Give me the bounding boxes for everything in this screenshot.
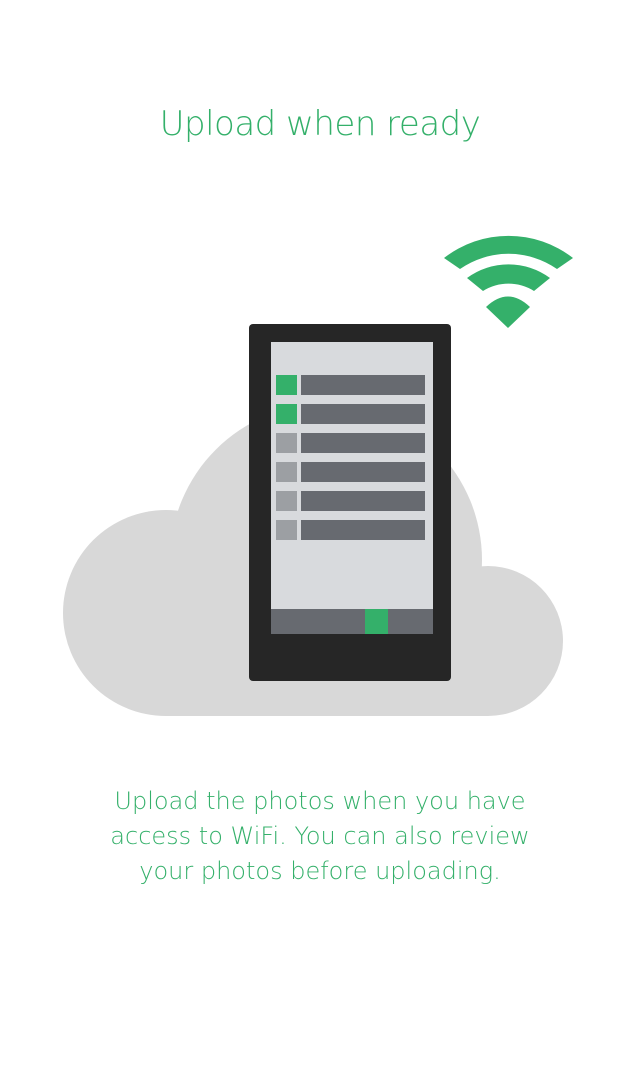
photo-thumb-selected [276, 404, 297, 424]
photo-row-bar [301, 433, 425, 453]
phone-nav-bar [271, 609, 433, 634]
phone-nav-active [365, 609, 388, 634]
photo-thumb [276, 462, 297, 482]
photo-row-bar [301, 462, 425, 482]
phone-icon [249, 324, 451, 681]
photo-row-bar [301, 404, 425, 424]
wifi-icon [444, 235, 573, 328]
photo-thumb [276, 491, 297, 511]
photo-row-bar [301, 520, 425, 540]
photo-thumb [276, 520, 297, 540]
photo-thumb-selected [276, 375, 297, 395]
photo-thumb [276, 433, 297, 453]
illustration [63, 235, 573, 716]
description-text: Upload the photos when you have access t… [110, 787, 530, 885]
photo-row-bar [301, 491, 425, 511]
photo-row-bar [301, 375, 425, 395]
